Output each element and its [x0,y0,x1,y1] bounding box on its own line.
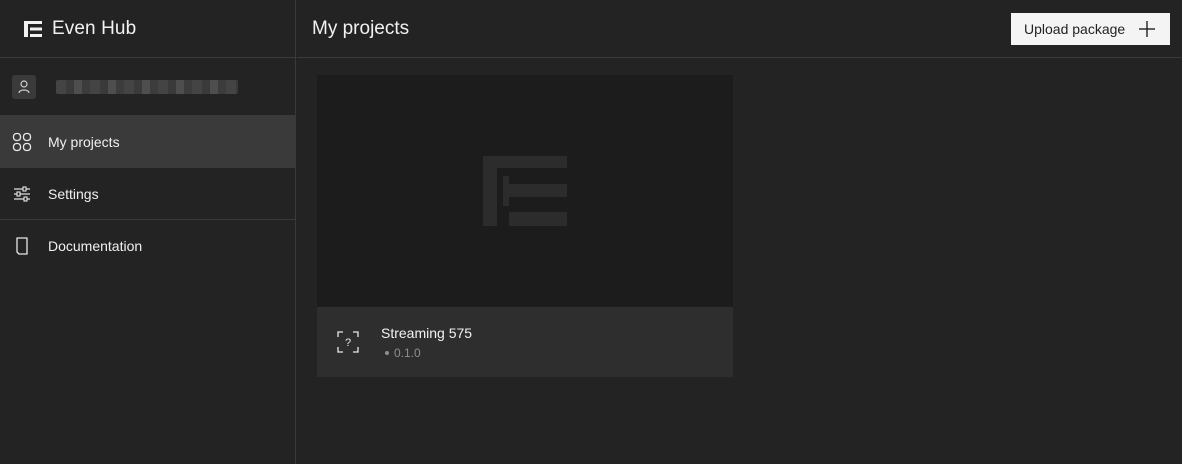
user-account[interactable] [0,58,295,116]
sidebar-item-documentation[interactable]: Documentation [0,220,295,272]
sliders-icon [12,184,32,204]
user-icon [18,79,30,93]
user-name-redacted [56,79,238,94]
plus-icon [1139,20,1155,37]
main-content: My projects Upload package ? Streaming 5… [297,0,1182,464]
grid-icon [12,132,32,152]
project-card[interactable]: ? Streaming 575 0.1.0 [317,75,733,377]
project-card-footer: ? Streaming 575 0.1.0 [317,307,733,377]
project-thumbnail [317,75,733,307]
brand[interactable]: Even Hub [0,0,295,58]
sidebar: Even Hub My projects Settings Documentat… [0,0,296,464]
sidebar-item-my-projects[interactable]: My projects [0,116,295,168]
upload-package-button[interactable]: Upload package [1011,12,1170,45]
sidebar-item-label: My projects [48,134,120,150]
sidebar-item-label: Settings [48,185,99,202]
project-info: Streaming 575 0.1.0 [381,325,472,360]
upload-package-label: Upload package [1024,20,1126,37]
even-hub-logo-placeholder-icon [483,156,567,226]
sidebar-item-settings[interactable]: Settings [0,168,295,220]
document-icon [12,236,32,256]
project-version-row: 0.1.0 [381,346,472,360]
page-title: My projects [312,17,410,39]
sidebar-item-label: Documentation [48,238,143,254]
app-window: Even Hub My projects Settings Documentat… [0,0,1182,464]
svg-text:?: ? [345,337,351,349]
version-dot [385,350,389,355]
project-version: 0.1.0 [394,345,421,360]
brand-name: Even Hub [52,17,137,39]
even-hub-logo-icon [24,20,42,37]
unknown-status-icon: ? [337,331,359,353]
project-name: Streaming 575 [381,324,473,341]
avatar [12,74,36,99]
header: My projects Upload package [297,0,1182,58]
